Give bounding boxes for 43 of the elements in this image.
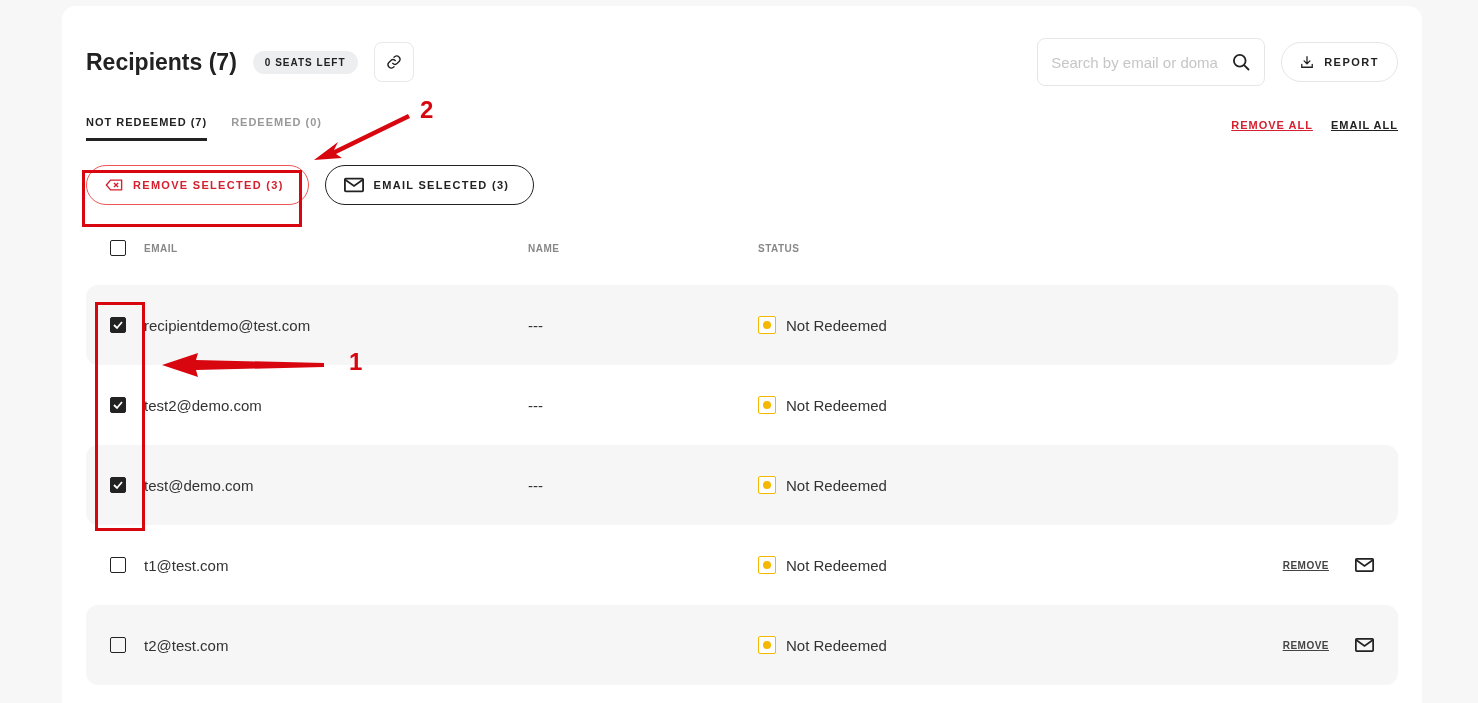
name-cell: --- (528, 396, 543, 414)
remove-all-link[interactable]: REMOVE ALL (1231, 118, 1313, 131)
status-text: Not Redeemed (786, 396, 887, 414)
callout-number: 1 (349, 348, 363, 376)
remove-link[interactable]: REMOVE (1282, 559, 1329, 571)
copy-link-button[interactable] (373, 42, 414, 82)
email-selected-button[interactable]: EMAIL SELECTED (3) (324, 165, 535, 205)
column-header: NAME (528, 242, 561, 254)
email-cell-text: test2@demo.com (144, 396, 263, 414)
row-checkbox[interactable] (110, 557, 126, 573)
email-cell-text: t1@test.com (144, 556, 230, 574)
row-checkbox[interactable] (110, 637, 126, 653)
envelope-icon (343, 177, 364, 193)
search-field[interactable]: Search by email or doma (1037, 38, 1266, 86)
delete-key-icon (105, 178, 123, 192)
link-icon (385, 54, 402, 70)
name-cell: --- (528, 476, 543, 494)
envelope-icon[interactable] (1355, 558, 1374, 572)
seats-left-badge: 0 SEATS LEFT (252, 50, 358, 74)
page-title: Recipients (7) (86, 48, 237, 76)
row-checkbox[interactable] (110, 317, 126, 333)
name-cell: --- (528, 316, 543, 334)
row-checkbox[interactable] (110, 477, 126, 493)
status-text: Not Redeemed (786, 476, 887, 494)
callout-number: 2 (420, 96, 434, 124)
column-header: STATUS (758, 242, 800, 254)
status-text: Not Redeemed (786, 636, 887, 654)
filter-tab[interactable]: NOT REDEEMED (7) (86, 108, 208, 141)
email-cell-text: test@demo.com (144, 476, 255, 494)
remove-selected-button[interactable]: REMOVE SELECTED (3) (86, 165, 309, 205)
download-icon (1300, 55, 1315, 69)
report-button[interactable]: REPORT (1281, 42, 1398, 82)
column-header: EMAIL (144, 242, 179, 254)
email-all-link[interactable]: EMAIL ALL (1330, 118, 1398, 131)
email-cell-text: t2@test.com (144, 636, 230, 654)
row-checkbox[interactable] (110, 397, 126, 413)
status-text: Not Redeemed (786, 556, 887, 574)
search-icon (1231, 52, 1252, 72)
remove-link[interactable]: REMOVE (1282, 639, 1329, 651)
email-cell-text: recipientdemo@test.com (144, 316, 312, 334)
status-text: Not Redeemed (786, 316, 887, 334)
select-all-checkbox[interactable] (110, 240, 126, 256)
envelope-icon[interactable] (1355, 638, 1374, 652)
